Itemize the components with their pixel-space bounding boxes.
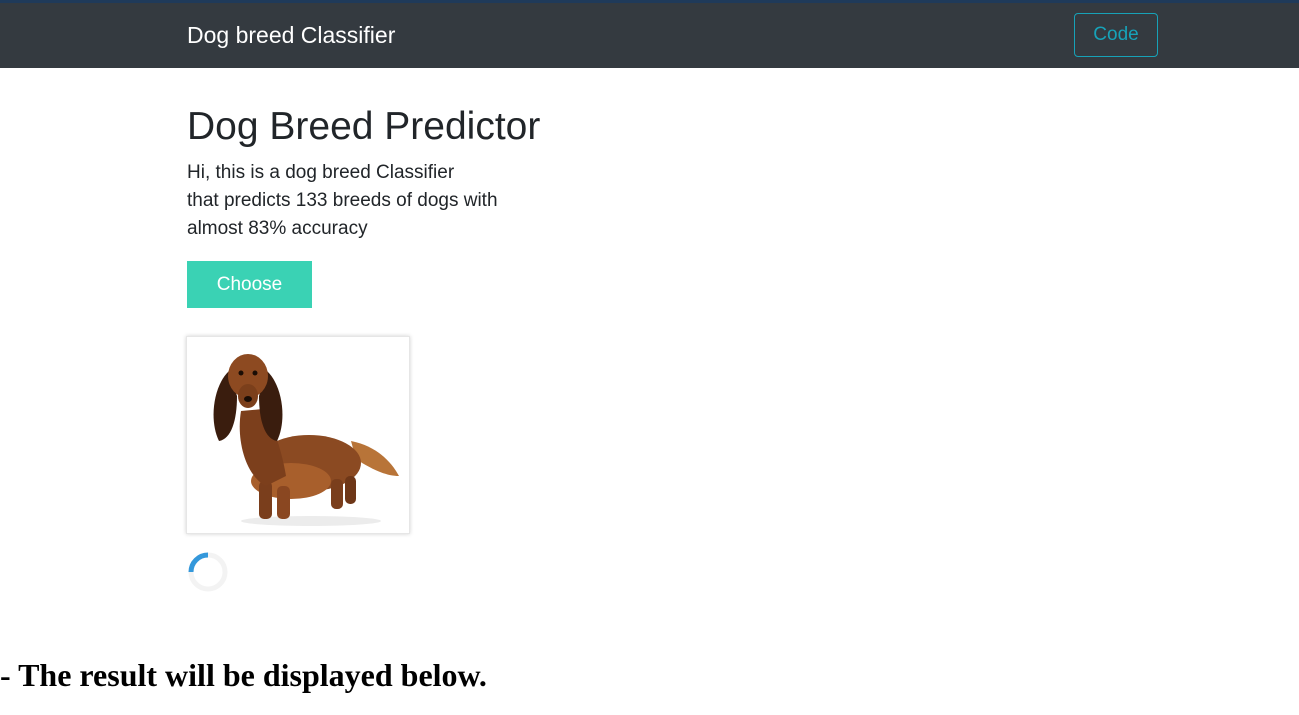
page-title: Dog Breed Predictor [187, 105, 541, 148]
dog-photo-icon [191, 341, 405, 529]
code-button[interactable]: Code [1074, 13, 1158, 57]
uploaded-image-preview [186, 336, 410, 534]
description-line: Hi, this is a dog breed Classifier [187, 162, 455, 183]
description-line: that predicts 133 breeds of dogs with [187, 190, 498, 211]
navbar: Dog breed Classifier Code [0, 0, 1299, 68]
description: Hi, this is a dog breed Classifier that … [187, 159, 567, 243]
spinner-icon [188, 552, 228, 592]
result-heading: - The result will be displayed below. [0, 657, 487, 693]
brand-title[interactable]: Dog breed Classifier [187, 21, 395, 49]
choose-file-button[interactable]: Choose [187, 261, 312, 308]
description-line: almost 83% accuracy [187, 218, 368, 239]
